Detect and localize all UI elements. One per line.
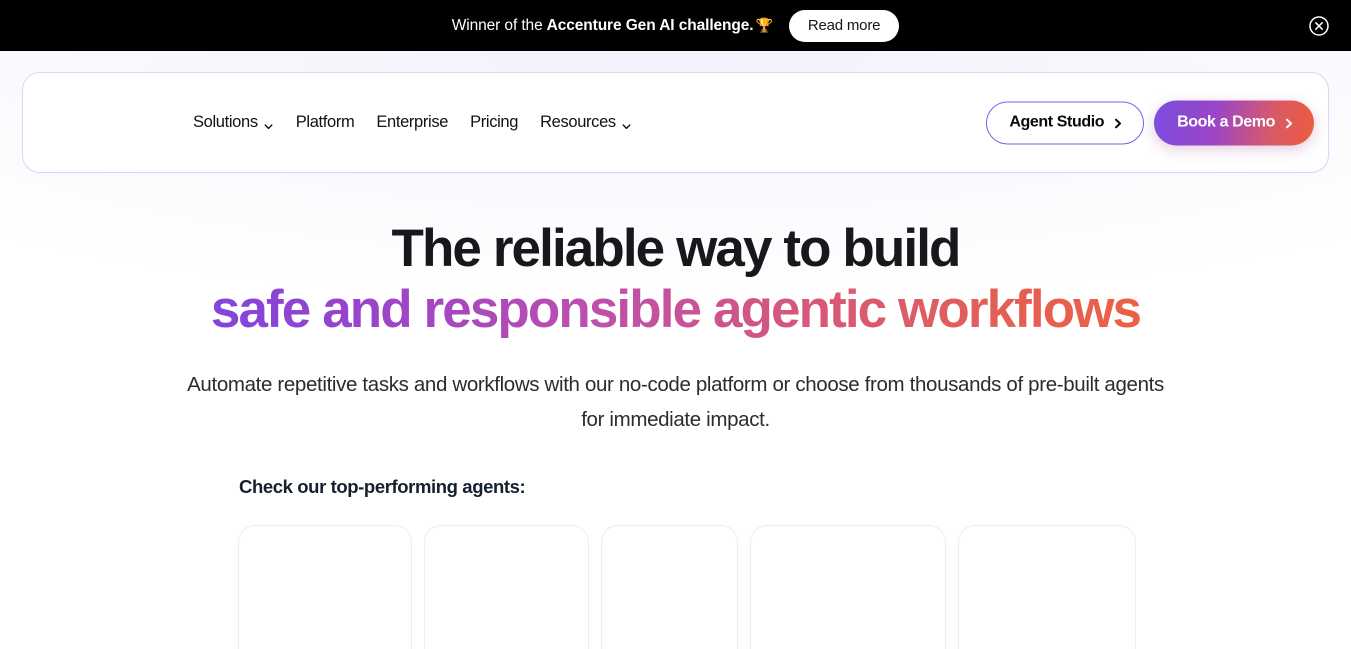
top-agents-heading: Check our top-performing agents: bbox=[239, 476, 526, 497]
read-more-button[interactable]: Read more bbox=[788, 9, 900, 42]
main-navigation: Solutions Platform Enterprise Pricing Re… bbox=[22, 72, 1329, 173]
hero-section: The reliable way to build safe and respo… bbox=[0, 173, 1351, 437]
agent-card[interactable]: M&A Research Agent bbox=[751, 526, 945, 649]
landing-page: Winner of the Accenture Gen AI challenge… bbox=[0, 0, 1351, 649]
nav-item-resources[interactable]: Resources bbox=[540, 113, 632, 132]
nav-item-platform[interactable]: Platform bbox=[296, 113, 355, 132]
nav-item-label: Solutions bbox=[193, 113, 258, 131]
navigation-wrapper: Solutions Platform Enterprise Pricing Re… bbox=[0, 51, 1351, 173]
banner-message-lead: Winner of the bbox=[451, 16, 543, 34]
nav-item-enterprise[interactable]: Enterprise bbox=[376, 113, 448, 132]
banner-message-highlight: Accenture Gen AI challenge. bbox=[546, 16, 754, 34]
nav-item-pricing[interactable]: Pricing bbox=[470, 113, 518, 132]
agent-card[interactable]: AI SDR bbox=[602, 526, 737, 649]
trophy-icon: 🏆 bbox=[755, 16, 773, 33]
page-title: The reliable way to build safe and respo… bbox=[0, 218, 1351, 340]
book-a-demo-label: Book a Demo bbox=[1177, 113, 1275, 130]
chevron-down-icon bbox=[621, 118, 632, 130]
hero-subheadline: Automate repetitive tasks and workflows … bbox=[187, 373, 1164, 431]
chevron-right-icon bbox=[1284, 116, 1294, 128]
headline-line-1: The reliable way to build bbox=[391, 219, 961, 278]
chevron-right-icon bbox=[1113, 116, 1123, 128]
nav-actions: Agent Studio Book a Demo bbox=[986, 100, 1314, 145]
agent-card[interactable]: Customer service bbox=[239, 526, 411, 649]
agent-card[interactable]: AI Exit Interview bbox=[959, 526, 1135, 649]
banner-message: Winner of the Accenture Gen AI challenge… bbox=[452, 17, 773, 35]
agent-studio-button[interactable]: Agent Studio bbox=[986, 101, 1145, 144]
book-a-demo-button[interactable]: Book a Demo bbox=[1154, 100, 1314, 145]
nav-item-label: Pricing bbox=[470, 113, 519, 131]
chevron-down-icon bbox=[263, 118, 274, 130]
top-agents-section: Check our top-performing agents: Custome… bbox=[0, 476, 1351, 649]
agent-studio-label: Agent Studio bbox=[1009, 113, 1105, 130]
nav-item-solutions[interactable]: Solutions bbox=[193, 113, 274, 132]
nav-item-label: Enterprise bbox=[376, 113, 449, 131]
nav-item-label: Platform bbox=[295, 113, 355, 131]
announcement-banner: Winner of the Accenture Gen AI challenge… bbox=[0, 0, 1351, 51]
nav-item-label: Resources bbox=[540, 113, 616, 131]
nav-links: Solutions Platform Enterprise Pricing Re… bbox=[193, 113, 632, 132]
agent-card[interactable]: AI HR Manager bbox=[425, 526, 588, 649]
headline-line-2: safe and responsible agentic workflows bbox=[0, 279, 1351, 340]
close-circle-icon[interactable] bbox=[1307, 14, 1331, 38]
agent-card-list: Customer service AI HR Manager AI SDR M&… bbox=[239, 526, 1351, 649]
